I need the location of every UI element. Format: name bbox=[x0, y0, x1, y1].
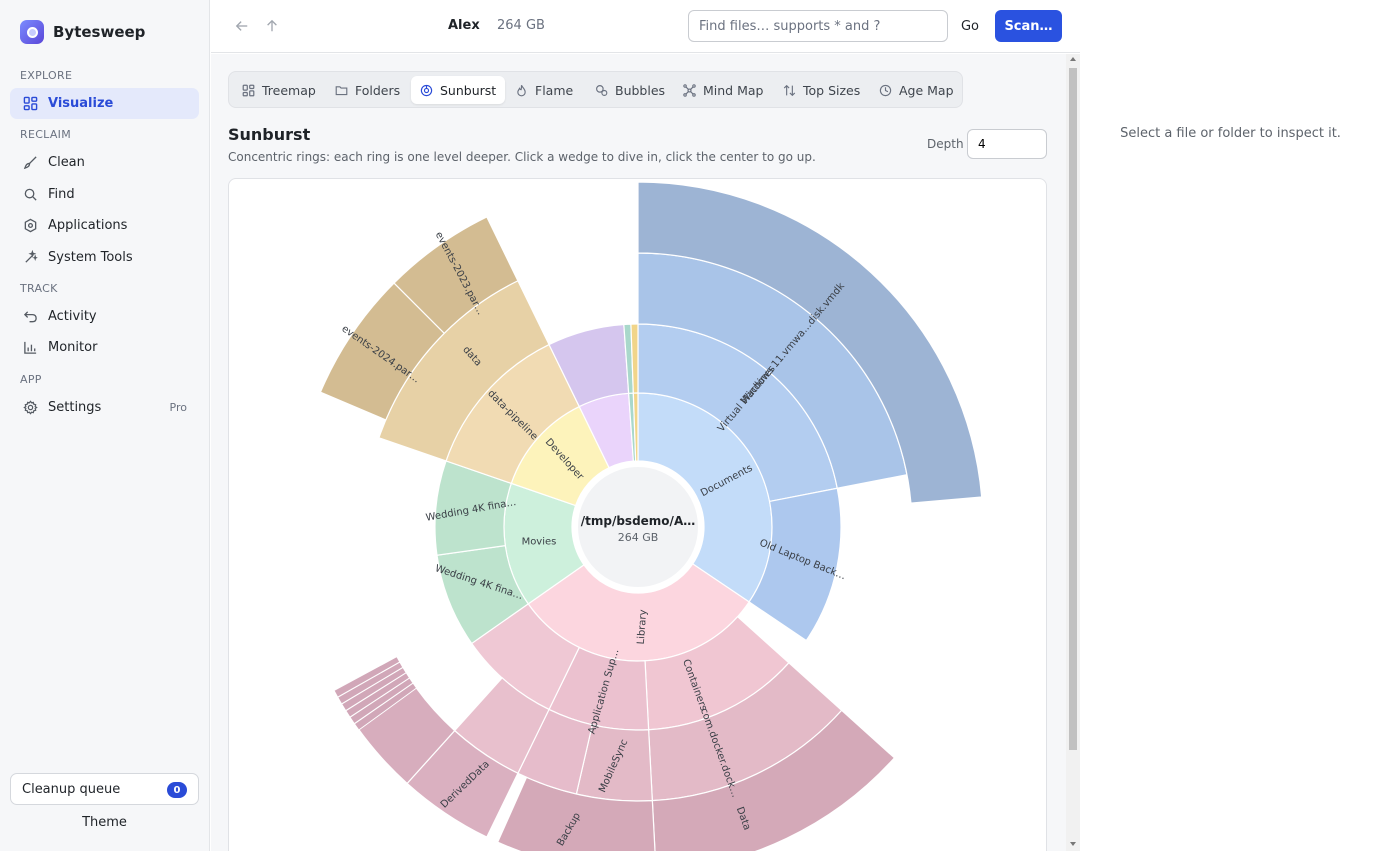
scan-button[interactable]: Scan… bbox=[995, 10, 1062, 42]
depth-input[interactable] bbox=[967, 129, 1047, 159]
clock-icon bbox=[879, 84, 892, 97]
cleanup-queue-label: Cleanup queue bbox=[22, 781, 121, 797]
sidebar-item-label: Applications bbox=[48, 218, 128, 233]
view-title: Sunburst bbox=[228, 125, 311, 144]
tab-label: Mind Map bbox=[703, 82, 764, 98]
tab-age-map[interactable]: Age Map bbox=[870, 76, 963, 104]
inspector-panel: Select a file or folder to inspect it. bbox=[1081, 0, 1380, 851]
section-explore: EXPLORE bbox=[20, 69, 73, 82]
app-name: Bytesweep bbox=[53, 23, 146, 41]
sidebar-item-label: Visualize bbox=[48, 96, 114, 111]
sunburst-center-path: /tmp/bsdemo/A… bbox=[581, 514, 695, 528]
view-description: Concentric rings: each ring is one level… bbox=[228, 150, 816, 164]
topbar: Alex 264 GB Go Scan… bbox=[211, 0, 1080, 53]
sort-icon bbox=[783, 84, 796, 97]
flame-icon bbox=[515, 84, 528, 97]
brand: Bytesweep bbox=[20, 20, 145, 44]
mind-map-icon bbox=[683, 83, 696, 97]
tab-treemap[interactable]: Treemap bbox=[233, 76, 325, 104]
tab-top-sizes[interactable]: Top Sizes bbox=[774, 76, 869, 104]
brush-icon bbox=[22, 155, 38, 171]
back-arrow-icon[interactable] bbox=[233, 17, 251, 35]
sidebar-item-clean[interactable]: Clean bbox=[10, 147, 199, 178]
sunburst-chart[interactable]: /tmp/bsdemo/A… 264 GB DocumentsVirtual M… bbox=[229, 179, 1047, 851]
theme-toggle[interactable]: Theme bbox=[10, 815, 199, 830]
depth-label: Depth bbox=[927, 137, 964, 151]
main-scrollbar[interactable] bbox=[1066, 54, 1080, 851]
sidebar-item-system-tools[interactable]: System Tools bbox=[10, 242, 199, 273]
scroll-down-arrow-icon[interactable] bbox=[1070, 842, 1076, 846]
tab-label: Folders bbox=[355, 82, 401, 98]
sidebar-item-label: System Tools bbox=[48, 250, 133, 265]
gear-icon bbox=[22, 400, 38, 416]
sidebar-item-settings[interactable]: Settings Pro bbox=[10, 392, 199, 423]
search-icon bbox=[22, 187, 38, 203]
sidebar-item-label: Activity bbox=[48, 309, 97, 324]
up-arrow-icon[interactable] bbox=[263, 17, 281, 35]
search-input[interactable] bbox=[688, 10, 948, 42]
sidebar-item-label: Find bbox=[48, 187, 75, 202]
go-button[interactable]: Go bbox=[953, 10, 987, 42]
sidebar-item-visualize[interactable]: Visualize bbox=[10, 88, 199, 119]
sidebar-item-applications[interactable]: Applications bbox=[10, 210, 199, 241]
sidebar-item-label: Monitor bbox=[48, 340, 98, 355]
undo-icon bbox=[22, 309, 38, 325]
tab-sunburst[interactable]: Sunburst bbox=[411, 76, 506, 104]
sidebar: Bytesweep EXPLORE Visualize RECLAIM Clea… bbox=[0, 0, 210, 851]
queue-count-badge: 0 bbox=[167, 782, 187, 798]
pro-badge: Pro bbox=[169, 401, 187, 414]
sunburst-label-movies: Movies bbox=[522, 536, 557, 547]
wand-icon bbox=[22, 250, 38, 266]
section-app: APP bbox=[20, 373, 42, 386]
tab-label: Treemap bbox=[262, 82, 316, 98]
tab-mind-map[interactable]: Mind Map bbox=[674, 76, 772, 104]
sidebar-item-find[interactable]: Find bbox=[10, 179, 199, 210]
cleanup-queue-button[interactable]: Cleanup queue 0 bbox=[10, 773, 199, 805]
inspector-empty-message: Select a file or folder to inspect it. bbox=[1120, 126, 1341, 141]
sunburst-canvas: /tmp/bsdemo/A… 264 GB Documents Virtual M… bbox=[228, 178, 1047, 851]
location-name: Alex bbox=[448, 18, 480, 33]
sidebar-item-label: Clean bbox=[48, 155, 85, 170]
sidebar-item-monitor[interactable]: Monitor bbox=[10, 332, 199, 363]
tab-bubbles[interactable]: Bubbles bbox=[586, 76, 674, 104]
location-size: 264 GB bbox=[497, 18, 545, 33]
view-tabs: Treemap Folders Sunburst Flame Bubbles M… bbox=[228, 71, 963, 108]
tab-label: Bubbles bbox=[615, 82, 666, 98]
tab-label: Sunburst bbox=[440, 82, 497, 98]
sunburst-icon bbox=[420, 84, 433, 97]
scroll-up-arrow-icon[interactable] bbox=[1070, 57, 1076, 61]
app-logo-icon bbox=[20, 20, 44, 44]
applications-icon bbox=[22, 218, 38, 234]
sidebar-item-activity[interactable]: Activity bbox=[10, 301, 199, 332]
section-reclaim: RECLAIM bbox=[20, 128, 72, 141]
sunburst-center-size: 264 GB bbox=[618, 531, 659, 544]
tab-folders[interactable]: Folders bbox=[326, 76, 409, 104]
tab-label: Top Sizes bbox=[803, 82, 861, 98]
tab-label: Age Map bbox=[899, 82, 954, 98]
treemap-icon bbox=[242, 84, 255, 97]
sidebar-item-label: Settings bbox=[48, 400, 102, 415]
bar-chart-icon bbox=[22, 340, 38, 356]
tab-flame[interactable]: Flame bbox=[506, 76, 582, 104]
bubbles-icon bbox=[595, 84, 608, 97]
grid-icon bbox=[22, 96, 38, 112]
folder-icon bbox=[335, 84, 348, 97]
section-track: TRACK bbox=[20, 282, 58, 295]
tab-label: Flame bbox=[535, 82, 574, 98]
scroll-thumb[interactable] bbox=[1069, 68, 1077, 750]
main-panel: Treemap Folders Sunburst Flame Bubbles M… bbox=[211, 54, 1080, 851]
